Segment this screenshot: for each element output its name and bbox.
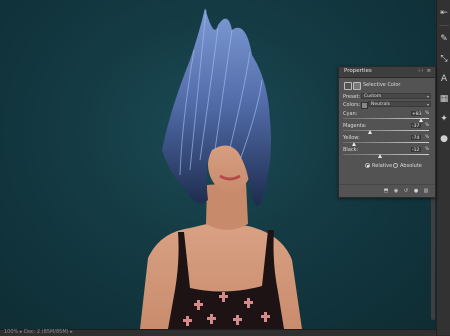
percent-unit: % xyxy=(425,147,430,152)
view-previous-icon[interactable]: ◉ xyxy=(393,188,399,194)
percent-unit: % xyxy=(425,123,430,128)
panel-footer: ⬒ ◉ ↺ ● ▥ xyxy=(339,184,435,197)
selective-color-icon xyxy=(344,82,352,90)
colors-value: Neutrals xyxy=(371,102,390,107)
slider-track[interactable] xyxy=(343,118,429,119)
delete-icon[interactable]: ▥ xyxy=(423,188,429,194)
neutrals-swatch xyxy=(361,102,368,109)
colors-label: Colors: xyxy=(343,102,361,108)
slider-thumb[interactable] xyxy=(351,142,356,146)
relative-radio[interactable] xyxy=(365,163,370,168)
preset-value: Custom xyxy=(364,94,382,99)
preset-dropdown[interactable]: Custom ▾ xyxy=(361,93,431,99)
chevron-down-icon: ▾ xyxy=(426,102,429,107)
adjustment-name: Selective Color xyxy=(363,82,401,88)
type-icon[interactable]: A xyxy=(437,72,450,86)
vertical-scrollbar[interactable] xyxy=(431,190,435,320)
slider-track[interactable] xyxy=(343,130,429,131)
toolbar-divider xyxy=(439,25,449,26)
slider-value-field[interactable]: -37 xyxy=(411,123,421,129)
properties-panel-header[interactable]: Properties ‹‹ ≡ xyxy=(339,67,435,78)
absolute-label: Absolute xyxy=(400,163,422,169)
slider-value-field[interactable]: +83 xyxy=(411,111,422,117)
doc-info: 100% ▸ Doc: 2 (85M/85M) ▸ xyxy=(4,329,73,335)
properties-panel: Properties ‹‹ ≡ Selective Color Preset: … xyxy=(338,66,436,198)
reset-icon[interactable]: ↺ xyxy=(403,188,409,194)
clip-icon[interactable]: ⬒ xyxy=(383,188,389,194)
mask-icon[interactable] xyxy=(353,82,361,90)
brush-icon[interactable]: ✎ xyxy=(437,32,450,46)
arrow-icon[interactable]: ⇤ xyxy=(437,6,450,20)
slider-track[interactable] xyxy=(343,142,429,143)
percent-unit: % xyxy=(425,111,430,116)
right-toolbar: ⇤ ✎ ⤡ A ▦ ✦ ● xyxy=(436,0,450,335)
slider-label: Black: xyxy=(343,147,359,153)
transform-icon[interactable]: ⤡ xyxy=(437,52,450,66)
slider-track[interactable] xyxy=(343,154,429,155)
swatch-icon[interactable]: ▦ xyxy=(437,92,450,106)
visibility-icon[interactable]: ● xyxy=(413,188,419,194)
slider-value-field[interactable]: -12 xyxy=(411,147,421,153)
percent-unit: % xyxy=(425,135,430,140)
slider-value-field[interactable]: -74 xyxy=(411,135,421,141)
slider-label: Yellow: xyxy=(343,135,360,141)
brush-preset-icon[interactable]: ● xyxy=(437,132,450,146)
panel-title: Properties xyxy=(344,68,372,74)
chevron-down-icon: ▾ xyxy=(426,94,429,99)
slider-thumb[interactable] xyxy=(378,154,383,158)
preset-label: Preset: xyxy=(343,94,361,100)
colors-dropdown[interactable]: Neutrals ▾ xyxy=(368,101,431,107)
panel-menu-icon[interactable]: ‹‹ ≡ xyxy=(418,68,432,74)
slider-label: Magenta: xyxy=(343,123,367,129)
absolute-radio[interactable] xyxy=(393,163,398,168)
relative-label: Relative xyxy=(372,163,393,169)
slider-thumb[interactable] xyxy=(367,130,372,134)
slider-label: Cyan: xyxy=(343,111,358,117)
slider-thumb[interactable] xyxy=(419,118,424,122)
path-icon[interactable]: ✦ xyxy=(437,112,450,126)
